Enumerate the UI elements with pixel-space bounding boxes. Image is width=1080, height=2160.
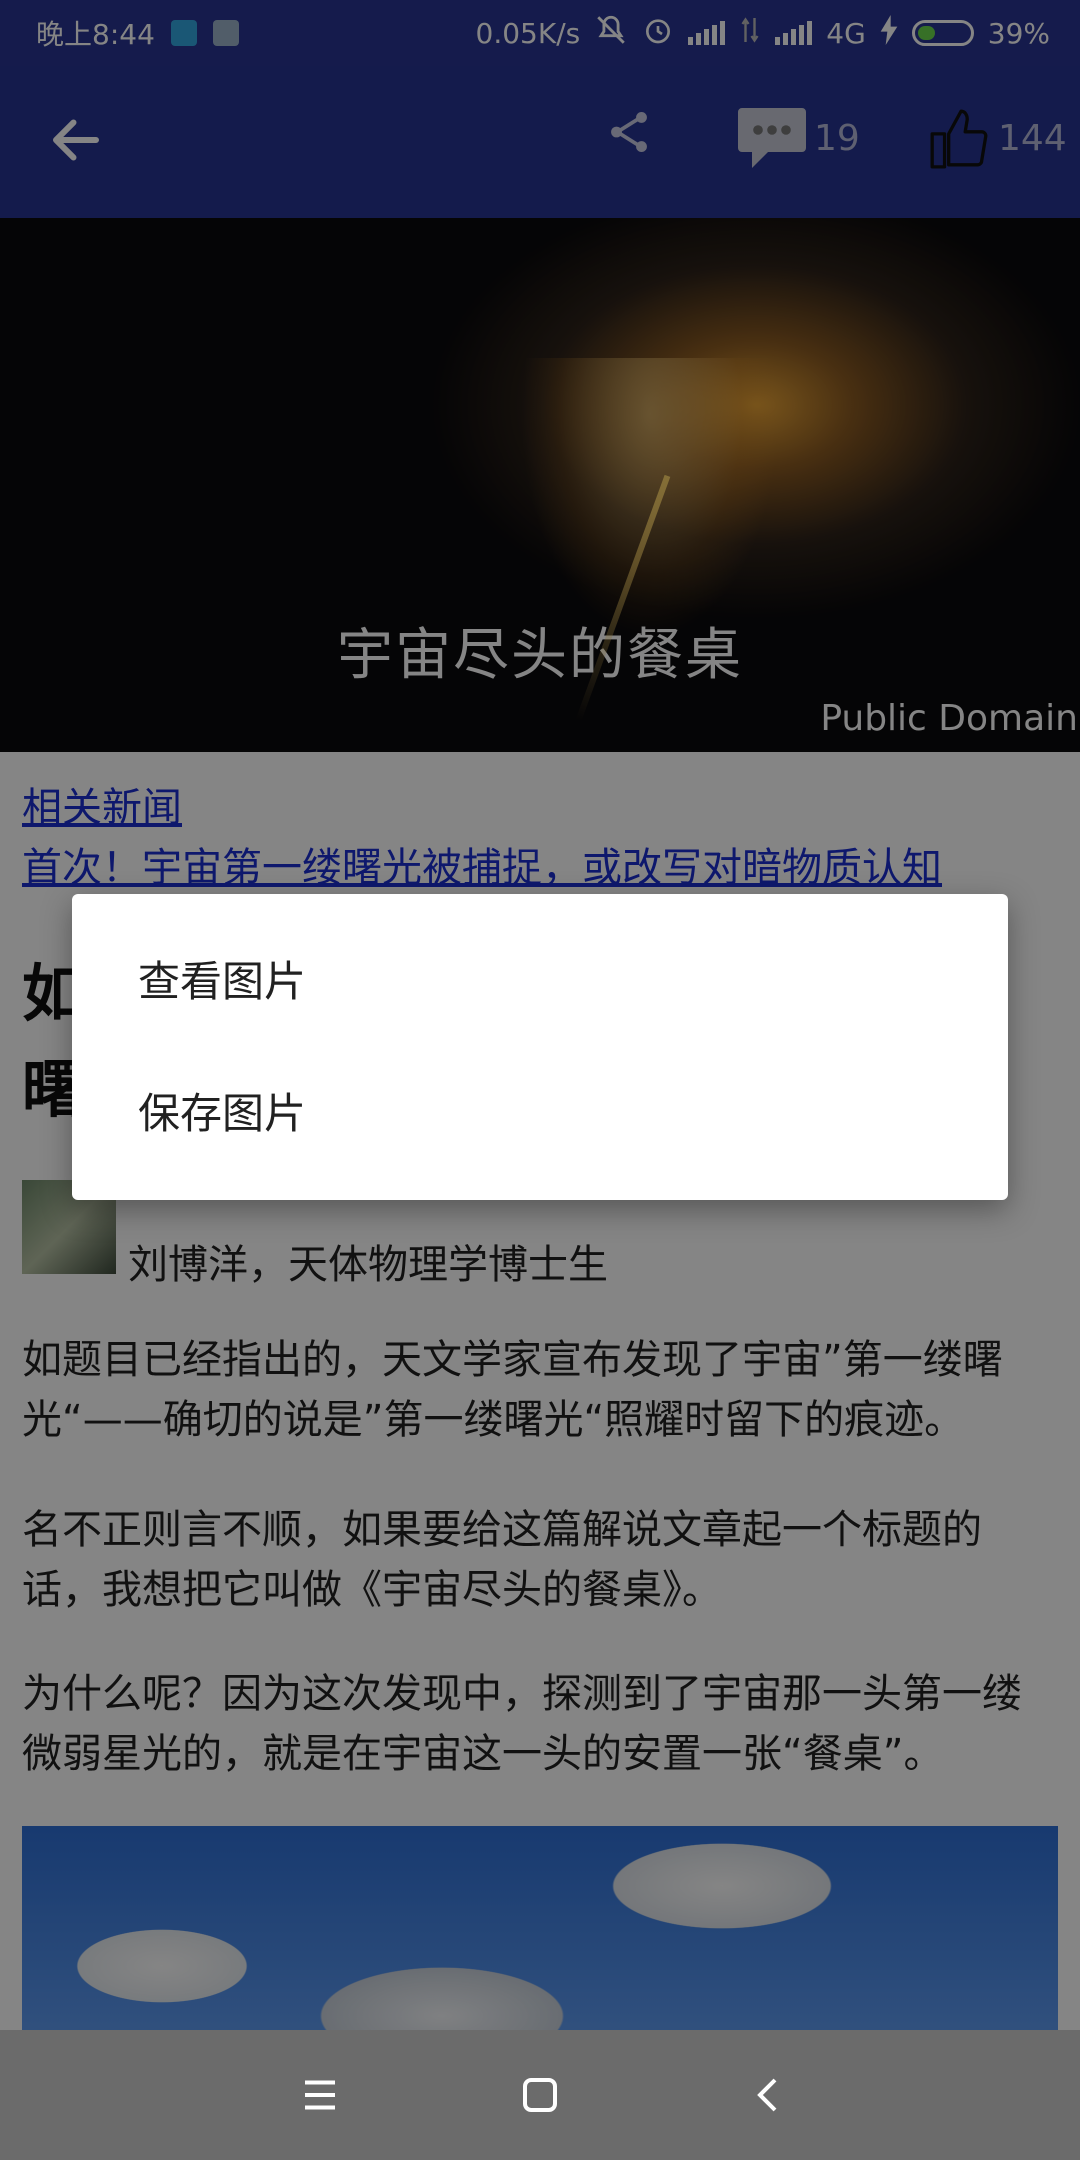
menu-button[interactable] [290,2065,350,2125]
chevron-left-icon [757,2078,777,2112]
view-image-option[interactable]: 查看图片 [72,916,1008,1048]
home-icon [523,2078,557,2112]
navigation-bar [0,2030,1080,2160]
app-screen: 晚上8:44 0.05K/s 4G 39% 19 144 宇宙尽头的餐桌 Pub… [0,0,1080,2160]
back-nav-button[interactable] [740,2065,800,2125]
image-options-dialog: 查看图片 保存图片 [72,894,1008,1200]
save-image-option[interactable]: 保存图片 [72,1048,1008,1180]
menu-icon [305,2080,335,2110]
home-button[interactable] [510,2065,570,2125]
